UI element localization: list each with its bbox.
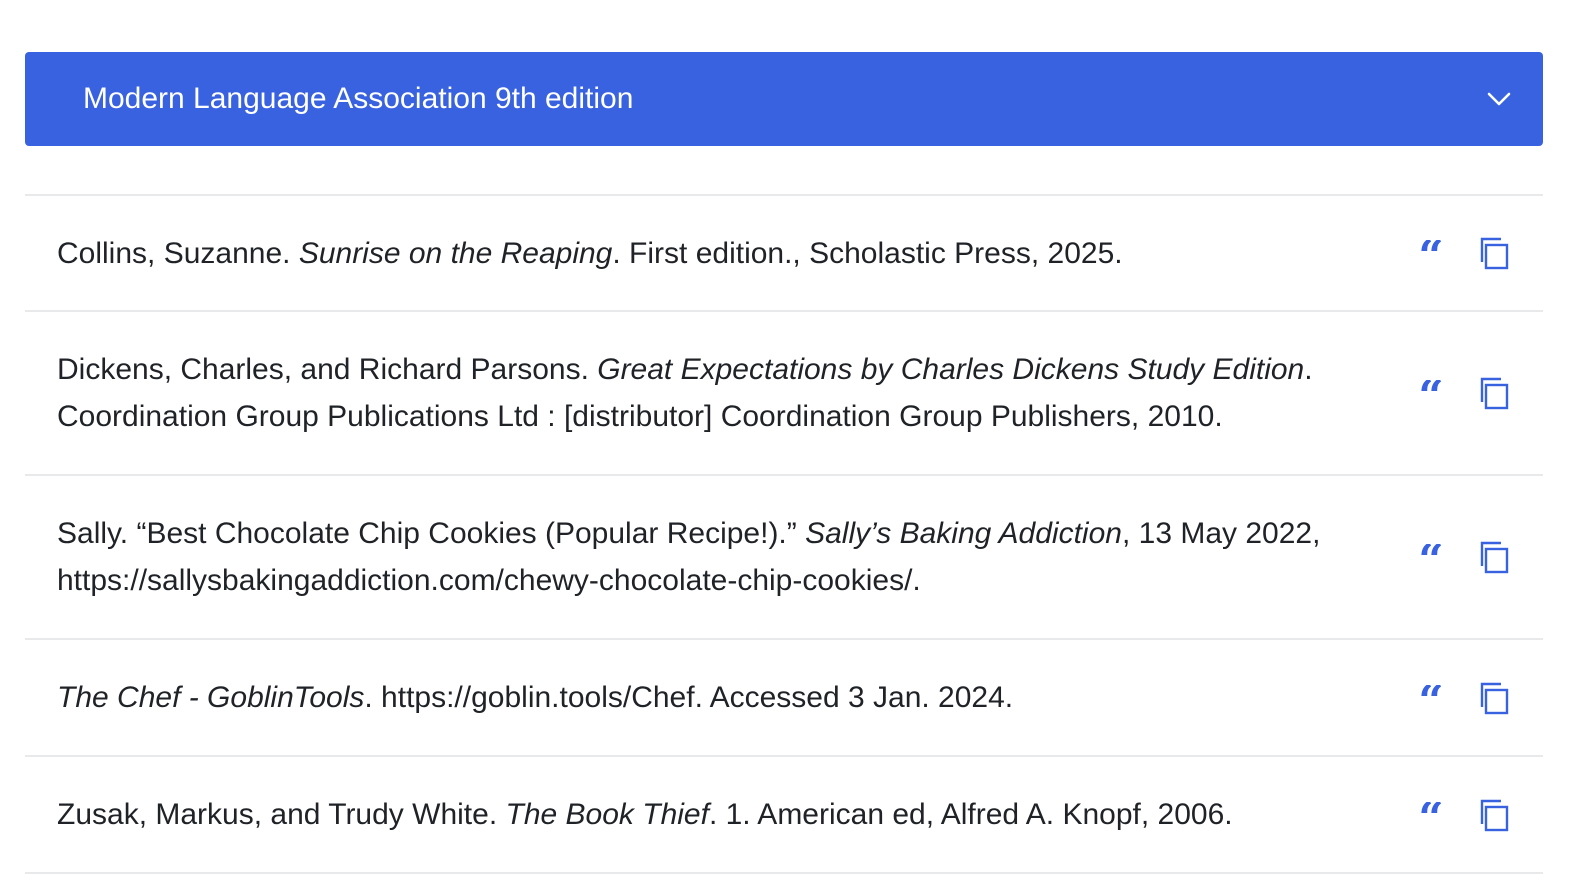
copy-icon[interactable] <box>1477 375 1513 411</box>
quote-icon[interactable]: “ <box>1413 235 1449 271</box>
citation-text: Sally. “Best Chocolate Chip Cookies (Pop… <box>57 510 1387 604</box>
copy-icon[interactable] <box>1477 539 1513 575</box>
quote-icon[interactable]: “ <box>1413 797 1449 833</box>
copy-icon[interactable] <box>1477 680 1513 716</box>
citation-style-label: Modern Language Association 9th edition <box>83 82 634 115</box>
citation-actions: “ <box>1413 235 1513 271</box>
citation-title: Sunrise on the Reaping <box>298 236 613 270</box>
citation-segment: Dickens, Charles, and Richard Parsons. <box>57 353 598 386</box>
citation-actions: “ <box>1413 797 1513 833</box>
citation-list: Collins, Suzanne. Sunrise on the Reaping… <box>25 194 1543 874</box>
chevron-down-icon[interactable] <box>1485 85 1513 113</box>
citation-segment: Zusak, Markus, and Trudy White. <box>57 798 506 831</box>
svg-text:“: “ <box>1418 802 1443 828</box>
citation-segment: . https://goblin.tools/Chef. Accessed 3 … <box>364 681 1014 714</box>
copy-icon[interactable] <box>1477 235 1513 271</box>
svg-text:“: “ <box>1418 544 1443 570</box>
citation-style-select[interactable]: Modern Language Association 9th edition <box>25 52 1543 146</box>
svg-text:“: “ <box>1418 240 1443 266</box>
citation-text: Dickens, Charles, and Richard Parsons. G… <box>57 346 1387 440</box>
citation-segment: . 1. American ed, Alfred A. Knopf, 2006. <box>708 798 1233 831</box>
svg-text:“: “ <box>1418 685 1443 711</box>
citation-title: The Chef - GoblinTools <box>57 681 365 714</box>
citation-row: Dickens, Charles, and Richard Parsons. G… <box>25 312 1543 476</box>
citation-actions: “ <box>1413 680 1513 716</box>
copy-icon[interactable] <box>1477 797 1513 833</box>
svg-text:“: “ <box>1418 380 1443 406</box>
citation-row: Collins, Suzanne. Sunrise on the Reaping… <box>25 194 1543 312</box>
quote-icon[interactable]: “ <box>1413 680 1449 716</box>
citation-segment: Sally. “Best Chocolate Chip Cookies (Pop… <box>57 517 806 550</box>
citation-title: The Book Thief <box>505 798 709 831</box>
citation-row: Sally. “Best Chocolate Chip Cookies (Pop… <box>25 476 1543 640</box>
citation-text: Collins, Suzanne. Sunrise on the Reaping… <box>57 230 1387 277</box>
citation-row: The Chef - GoblinTools. https://goblin.t… <box>25 640 1543 757</box>
citation-row: Zusak, Markus, and Trudy White. The Book… <box>25 757 1543 874</box>
citation-actions: “ <box>1413 539 1513 575</box>
citation-title: Sally’s Baking Addiction <box>805 517 1122 550</box>
citation-actions: “ <box>1413 375 1513 411</box>
citation-title: Great Expectations by Charles Dickens St… <box>597 353 1305 386</box>
citation-text: Zusak, Markus, and Trudy White. The Book… <box>57 791 1387 838</box>
citation-text: The Chef - GoblinTools. https://goblin.t… <box>57 674 1387 721</box>
citation-segment: . First edition., Scholastic Press, 2025… <box>612 236 1123 270</box>
quote-icon[interactable]: “ <box>1413 375 1449 411</box>
citation-segment: Collins, Suzanne. <box>57 236 299 270</box>
quote-icon[interactable]: “ <box>1413 539 1449 575</box>
